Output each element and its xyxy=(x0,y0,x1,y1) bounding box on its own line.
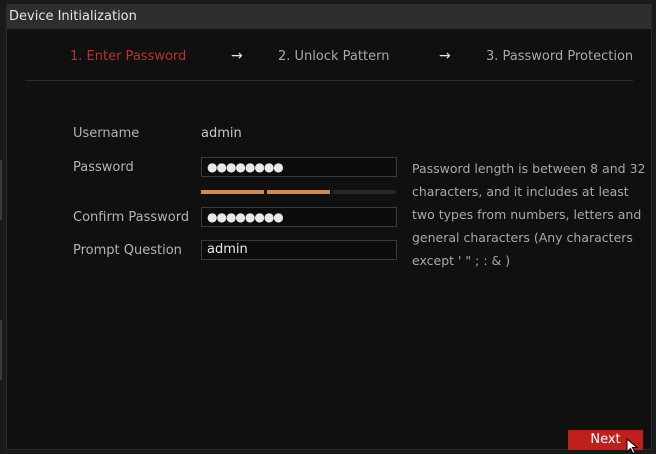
prompt-question-input[interactable]: admin xyxy=(201,240,397,260)
step-unlock-pattern: 2. Unlock Pattern xyxy=(278,49,390,64)
strength-segment-3 xyxy=(333,190,396,194)
username-label: Username xyxy=(73,126,140,141)
prompt-question-label: Prompt Question xyxy=(73,243,182,258)
step-indicator: 1. Enter Password → 2. Unlock Pattern → … xyxy=(7,48,651,69)
divider xyxy=(25,80,633,81)
confirm-password-label: Confirm Password xyxy=(73,210,190,225)
arrow-right-icon: → xyxy=(439,48,451,64)
password-strength-meter xyxy=(201,190,397,194)
arrow-right-icon: → xyxy=(231,48,243,64)
password-rules-hint: Password length is between 8 and 32 char… xyxy=(412,161,646,268)
strength-segment-2 xyxy=(267,190,330,194)
confirm-password-input[interactable]: ●●●●●●●● xyxy=(201,207,397,227)
device-initialization-dialog: Device Initialization 1. Enter Password … xyxy=(6,4,652,450)
step-password-protection: 3. Password Protection xyxy=(486,49,634,64)
username-value: admin xyxy=(201,126,242,141)
screen-edge-marker xyxy=(0,320,2,380)
dialog-title: Device Initialization xyxy=(7,5,651,29)
mouse-cursor-icon xyxy=(626,438,639,454)
password-label: Password xyxy=(73,160,134,175)
step-enter-password: 1. Enter Password xyxy=(70,49,187,64)
screen-edge-marker xyxy=(0,160,2,220)
password-input[interactable]: ●●●●●●●● xyxy=(201,157,397,177)
strength-segment-1 xyxy=(201,190,264,194)
